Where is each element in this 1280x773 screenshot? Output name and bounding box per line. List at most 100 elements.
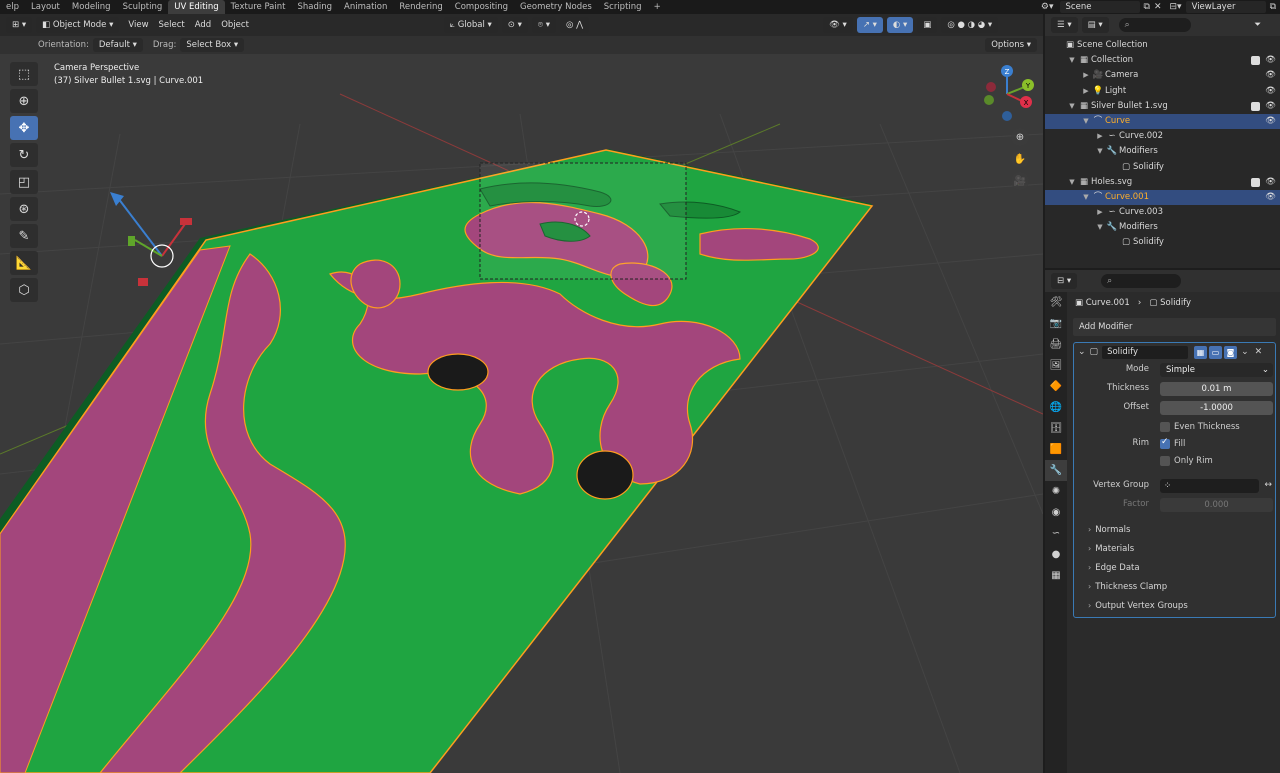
move-tool[interactable]: ✥ [10, 116, 38, 140]
add-modifier-button[interactable]: Add Modifier [1073, 318, 1276, 336]
viewlayer-name-field[interactable]: ViewLayer [1185, 1, 1266, 13]
workspace-tab-rendering[interactable]: Rendering [393, 0, 448, 14]
outliner-item-light[interactable]: ▶ 💡 Light 👁 [1045, 84, 1280, 99]
disclosure-triangle-icon[interactable]: ▼ [1067, 99, 1077, 114]
disclosure-triangle-icon[interactable]: ▶ [1081, 68, 1091, 83]
workspace-tab-modeling[interactable]: Modeling [66, 0, 117, 14]
outliner-item-curve-001[interactable]: ▼ ⌒ Curve.001 👁 [1045, 189, 1280, 206]
physics-tab-icon[interactable]: ◉ [1045, 502, 1067, 523]
shading-modes[interactable]: ◎ ● ◑ ◕ ▾ [941, 17, 999, 33]
outliner-item-curve-003[interactable]: ▶ ∽ Curve.003 [1045, 205, 1280, 220]
object-data-tab-icon[interactable]: ∽ [1045, 523, 1067, 544]
disclosure-triangle-icon[interactable]: ▼ [1095, 220, 1105, 235]
outliner-search-input[interactable]: ⌕ [1118, 18, 1191, 32]
transform-orientation-selector[interactable]: ⟀ Global ▾ [443, 17, 498, 33]
world-tab-icon[interactable]: 🌐 [1045, 397, 1067, 418]
workspace-tab-animation[interactable]: Animation [338, 0, 393, 14]
outliner-item-silver-bullet-1-svg[interactable]: ▼ ▦ Silver Bullet 1.svg 👁 [1045, 99, 1280, 114]
scene-tab-icon[interactable]: 🔶 [1045, 376, 1067, 397]
workspace-tab-scripting[interactable]: Scripting [598, 0, 648, 14]
pivot-point-button[interactable]: ⊙ ▾ [501, 17, 528, 33]
menu-select[interactable]: Select [154, 17, 190, 33]
render-toggle-icon[interactable]: ◙ [1224, 345, 1238, 359]
outliner-item-curve-002[interactable]: ▶ ∽ Curve.002 [1045, 129, 1280, 144]
drag-select[interactable]: Select Box ▾ [180, 38, 245, 52]
menu-view[interactable]: View [123, 17, 153, 33]
transform-tool[interactable]: ⊛ [10, 197, 38, 221]
workspace-tab-elp[interactable]: elp [0, 0, 25, 14]
collection-tab-icon[interactable]: 🗄 [1045, 418, 1067, 439]
visibility-button[interactable]: 👁 ▾ [823, 17, 853, 33]
disclosure-triangle-icon[interactable]: ▶ [1095, 205, 1105, 220]
vertex-group-field[interactable]: ⁘ [1160, 479, 1259, 493]
remove-modifier-icon[interactable]: ✕ [1255, 347, 1263, 357]
subpanel-edge-data[interactable]: › Edge Data [1074, 558, 1275, 577]
display-mode-button[interactable]: ▤ ▾ [1081, 17, 1109, 33]
object-tab-icon[interactable]: 🟧 [1045, 439, 1067, 460]
workspace-tab-geometry-nodes[interactable]: Geometry Nodes [514, 0, 598, 14]
workspace-tab-compositing[interactable]: Compositing [449, 0, 514, 14]
scene-icon[interactable]: ⚙▾ [1041, 2, 1054, 12]
eye-icon[interactable]: 👁 [1265, 175, 1276, 190]
proportional-edit-button[interactable]: ◎ ⋀ [559, 17, 590, 33]
only-rim-checkbox[interactable] [1160, 456, 1170, 466]
options-button[interactable]: Options ▾ [985, 38, 1037, 52]
view-layer-tab-icon[interactable]: 🖼 [1045, 355, 1067, 376]
disclosure-triangle-icon[interactable]: ▼ [1081, 190, 1091, 205]
xray-button[interactable]: ▣ [917, 17, 938, 33]
tool-tab-icon[interactable]: 🛠 [1045, 292, 1067, 313]
camera-view-icon[interactable]: 🎥 [1011, 172, 1029, 190]
texture-tab-icon[interactable]: ▦ [1045, 565, 1067, 586]
subpanel-normals[interactable]: › Normals [1074, 520, 1275, 539]
outliner-item-solidify[interactable]: ▢ Solidify [1045, 235, 1280, 250]
snap-button[interactable]: ⌾ ▾ [531, 17, 556, 33]
collapse-chevron-icon[interactable]: ⌄ [1078, 347, 1086, 357]
view-layer-icon[interactable]: ⊟▾ [1170, 2, 1182, 12]
viewport-scene[interactable] [0, 14, 1043, 773]
orientation-select[interactable]: Default ▾ [92, 38, 143, 52]
mode-dropdown[interactable]: Simple ⌄ [1160, 363, 1273, 377]
delete-scene-icon[interactable]: ✕ [1154, 2, 1162, 12]
output-tab-icon[interactable]: 🖨 [1045, 334, 1067, 355]
scale-tool[interactable]: ◰ [10, 170, 38, 194]
subpanel-thickness-clamp[interactable]: › Thickness Clamp [1074, 577, 1275, 596]
copy-viewlayer-icon[interactable]: ⧉ [1270, 2, 1276, 12]
outliner-item-curve[interactable]: ▼ ⌒ Curve 👁 [1045, 113, 1280, 130]
rotate-tool[interactable]: ↻ [10, 143, 38, 167]
axis-orientation-gizmo[interactable]: Z Y X [977, 64, 1037, 124]
add-workspace-button[interactable]: + [648, 0, 667, 14]
subpanel-output-vertex-groups[interactable]: › Output Vertex Groups [1074, 596, 1275, 615]
gizmo-toggle-button[interactable]: ↗ ▾ [856, 17, 883, 33]
exclude-checkbox[interactable] [1251, 177, 1260, 187]
eye-icon[interactable]: 👁 [1265, 84, 1276, 99]
pan-hand-icon[interactable]: ✋ [1011, 150, 1029, 168]
outliner-item-solidify[interactable]: ▢ Solidify [1045, 160, 1280, 175]
eye-icon[interactable]: 👁 [1265, 68, 1276, 83]
viewport-toggle-icon[interactable]: ▭ [1209, 345, 1223, 359]
outliner-item-camera[interactable]: ▶ 🎥 Camera 👁 [1045, 68, 1280, 83]
eye-icon[interactable]: 👁 [1265, 53, 1276, 68]
properties-search-input[interactable]: ⌕ [1101, 274, 1182, 288]
material-tab-icon[interactable]: ● [1045, 544, 1067, 565]
properties-editor-type[interactable]: ⊟ ▾ [1051, 273, 1078, 289]
cursor-tool[interactable]: ⊕ [10, 89, 38, 113]
menu-add[interactable]: Add [190, 17, 216, 33]
fill-checkbox[interactable] [1160, 437, 1170, 449]
eye-icon[interactable]: 👁 [1265, 114, 1276, 129]
exclude-checkbox[interactable] [1251, 101, 1260, 111]
exclude-checkbox[interactable] [1251, 56, 1260, 66]
particles-tab-icon[interactable]: ✺ [1045, 481, 1067, 502]
offset-field[interactable]: -1.0000 [1160, 401, 1273, 415]
outliner-editor-type[interactable]: ☰ ▾ [1051, 17, 1078, 33]
navigation-gizmo[interactable]: Z Y X ⊕ ✋ 🎥 [977, 64, 1037, 224]
factor-field[interactable]: 0.000 [1160, 498, 1273, 512]
render-tab-icon[interactable]: 📷 [1045, 313, 1067, 334]
workspace-tab-sculpting[interactable]: Sculpting [117, 0, 169, 14]
outliner-item-holes-svg[interactable]: ▼ ▦ Holes.svg 👁 [1045, 175, 1280, 190]
copy-scene-icon[interactable]: ⧉ [1144, 2, 1150, 12]
edit-mode-toggle-icon[interactable]: ▦ [1194, 345, 1208, 359]
select-box-tool[interactable]: ⬚ [10, 62, 38, 86]
add-cube-tool[interactable]: ⬡ [10, 278, 38, 302]
disclosure-triangle-icon[interactable]: ▼ [1081, 114, 1091, 129]
workspace-tab-uv-editing[interactable]: UV Editing [168, 0, 225, 14]
